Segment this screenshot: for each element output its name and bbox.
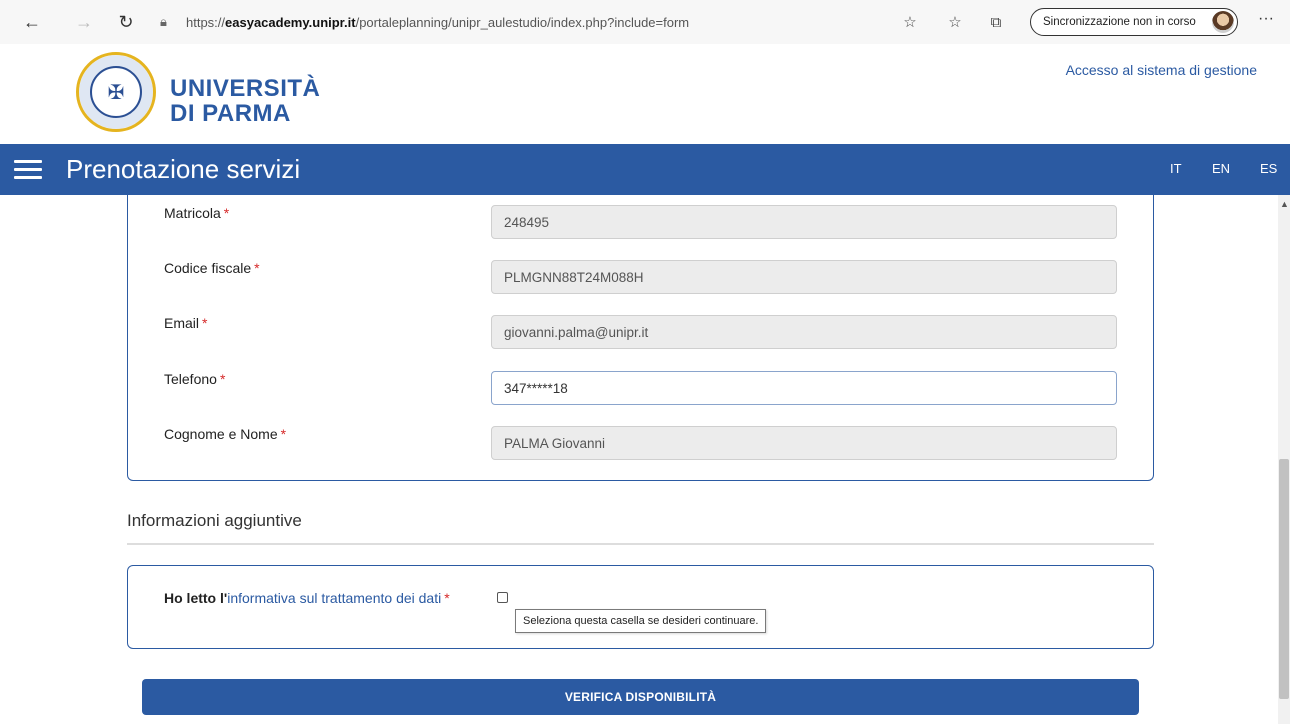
section-divider [127,543,1154,545]
university-name-line1: UNIVERSITÀ [170,75,321,102]
email-input[interactable]: giovanni.palma@unipr.it [491,315,1117,349]
lang-es-link[interactable]: ES [1260,161,1277,176]
section-title: Informazioni aggiuntive [127,511,302,530]
address-bar[interactable]: 🔒︎ https://easyacademy.unipr.it/portalep… [160,7,880,37]
codice-fiscale-input[interactable]: PLMGNN88T24M088H [491,260,1117,294]
sync-label: Sincronizzazione non in corso [1043,16,1196,28]
lock-icon: 🔒︎ [160,14,167,29]
main-navbar: Prenotazione servizi IT EN ES [0,144,1290,195]
page-scrollbar[interactable]: ▲ [1278,195,1290,724]
lang-it-link[interactable]: IT [1170,161,1182,176]
lang-en-link[interactable]: EN [1212,161,1230,176]
validation-tooltip: Seleziona questa casella se desideri con… [515,609,767,633]
telefono-label: Telefono * [164,371,226,387]
matricola-input[interactable]: 248495 [491,205,1117,239]
cognome-nome-input[interactable]: PALMA Giovanni [491,426,1117,460]
management-access-link[interactable]: Accesso al sistema di gestione [1066,62,1257,78]
url-host: easyacademy.unipr.it [225,14,356,30]
verify-availability-button[interactable]: VERIFICA DISPONIBILITÀ [142,679,1139,715]
codice-fiscale-label: Codice fiscale * [164,260,260,276]
consent-prefix: Ho letto l' [164,590,228,606]
email-label: Email * [164,315,208,331]
university-seal-logo[interactable]: ✠ [76,52,156,132]
favorites-icon[interactable]: ☆ [943,10,967,34]
consent-checkbox[interactable] [497,592,508,603]
refresh-icon[interactable]: ↻ [114,10,138,34]
forward-arrow-icon[interactable]: → [72,10,96,34]
consent-card [127,565,1154,649]
back-arrow-icon[interactable]: ← [20,10,44,34]
consent-label: Ho letto l'informativa sul trattamento d… [164,590,450,606]
page-content: Matricola * 248495 Codice fiscale * PLMGNN… [0,195,1278,724]
url-path: /portaleplanning/unipr_aulestudio/index.… [355,14,690,30]
profile-avatar [1212,11,1234,33]
app-title: Prenotazione servizi [66,154,301,184]
sync-status-button[interactable]: Sincronizzazione non in corso [1030,8,1238,36]
scrollbar-thumb[interactable] [1279,459,1289,699]
more-options-icon[interactable]: ··· [1258,10,1274,28]
hamburger-menu-icon[interactable] [14,160,42,180]
collections-icon[interactable]: ⧉ [984,10,1008,34]
telefono-input[interactable]: 347*****18 [491,371,1117,405]
seal-emblem-icon: ✠ [90,66,142,118]
matricola-label: Matricola * [164,205,230,221]
url-prefix: https:// [186,14,226,30]
university-name-line2: DI PARMA [170,100,291,127]
browser-toolbar: ← → ↻ 🔒︎ https://easyacademy.unipr.it/po… [0,0,1290,45]
privacy-policy-link[interactable]: informativa sul trattamento dei dati [227,590,441,606]
scroll-up-arrow-icon[interactable]: ▲ [1280,199,1289,209]
add-favorite-icon[interactable]: ☆ [898,10,922,34]
cognome-nome-label: Cognome e Nome * [164,426,287,442]
university-name[interactable]: UNIVERSITÀ DI PARMA [170,76,320,126]
site-header: ✠ UNIVERSITÀ DI PARMA Accesso al sistema… [0,44,1290,144]
